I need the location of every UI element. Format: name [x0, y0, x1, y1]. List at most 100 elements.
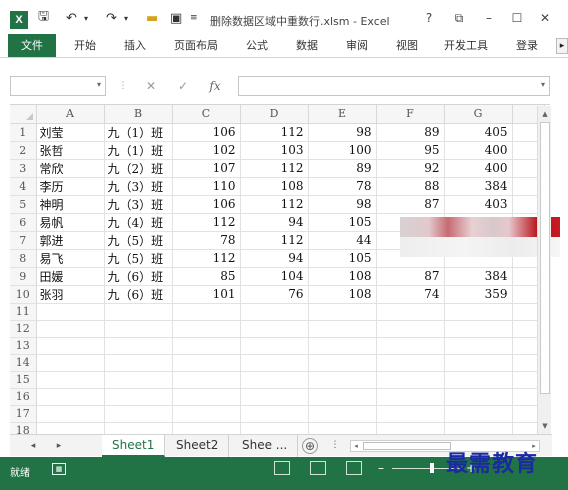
cell-a10[interactable]: 张羽 — [36, 285, 105, 304]
enter-icon[interactable]: ✓ — [174, 78, 192, 94]
row-header[interactable]: 10 — [10, 285, 37, 304]
cell-g14[interactable] — [444, 354, 513, 372]
cell-a16[interactable] — [36, 388, 105, 406]
cell-g9[interactable]: 384 — [444, 267, 513, 286]
cell-d1[interactable]: 112 — [240, 123, 309, 142]
row-header[interactable]: 1 — [10, 123, 37, 142]
cell-d5[interactable]: 112 — [240, 195, 309, 214]
cell-b15[interactable] — [104, 371, 173, 389]
tab-data[interactable]: 数据 — [296, 34, 318, 57]
page-break-preview-icon[interactable] — [346, 461, 362, 475]
cell-c14[interactable] — [172, 354, 241, 372]
cell-e11[interactable] — [308, 303, 377, 321]
worksheet-grid[interactable]: A B C D E F G 1 刘莹 九（1）班 106 112 98 89 405 2 张哲 九（… — [10, 104, 560, 440]
cell-e5[interactable]: 98 — [308, 195, 377, 214]
cell-e16[interactable] — [308, 388, 377, 406]
cell-f5[interactable]: 87 — [376, 195, 445, 214]
cell-b5[interactable]: 九（3）班 — [104, 195, 173, 214]
cell-g10[interactable]: 359 — [444, 285, 513, 304]
zoom-slider-thumb[interactable] — [430, 463, 434, 473]
vertical-scrollbar[interactable]: ▲ ▼ — [537, 106, 551, 434]
cell-a13[interactable] — [36, 337, 105, 355]
next-sheet-icon[interactable]: ▸ — [52, 439, 66, 453]
cell-f11[interactable] — [376, 303, 445, 321]
row-header[interactable]: 8 — [10, 249, 37, 268]
add-sheet-icon[interactable]: ⊕ — [302, 438, 318, 454]
cell-b1[interactable]: 九（1）班 — [104, 123, 173, 142]
previous-sheet-icon[interactable]: ◂ — [26, 439, 40, 453]
cell-g17[interactable] — [444, 405, 513, 423]
vertical-scroll-thumb[interactable] — [540, 122, 550, 394]
cell-c8[interactable]: 112 — [172, 249, 241, 268]
cell-b13[interactable] — [104, 337, 173, 355]
cell-b16[interactable] — [104, 388, 173, 406]
tab-home[interactable]: 开始 — [74, 34, 96, 57]
cell-e10[interactable]: 108 — [308, 285, 377, 304]
row-header[interactable]: 17 — [10, 405, 37, 423]
cell-d8[interactable]: 94 — [240, 249, 309, 268]
cell-a4[interactable]: 李历 — [36, 177, 105, 196]
cell-e1[interactable]: 98 — [308, 123, 377, 142]
cell-f3[interactable]: 92 — [376, 159, 445, 178]
cell-b17[interactable] — [104, 405, 173, 423]
cell-c16[interactable] — [172, 388, 241, 406]
cell-e8[interactable]: 105 — [308, 249, 377, 268]
cell-g1[interactable]: 405 — [444, 123, 513, 142]
row-header[interactable]: 4 — [10, 177, 37, 196]
cell-c12[interactable] — [172, 320, 241, 338]
cell-e12[interactable] — [308, 320, 377, 338]
maximize-button[interactable]: ☐ — [506, 9, 528, 27]
cell-table[interactable]: A B C D E F G 1 刘莹 九（1）班 106 112 98 89 405 2 张哲 九（… — [10, 105, 545, 440]
tab-developer[interactable]: 开发工具 — [444, 34, 488, 57]
cancel-entry-icon[interactable]: ✕ — [142, 78, 160, 94]
cell-c3[interactable]: 107 — [172, 159, 241, 178]
row-header[interactable]: 3 — [10, 159, 37, 178]
cell-c7[interactable]: 78 — [172, 231, 241, 250]
cell-a8[interactable]: 易飞 — [36, 249, 105, 268]
row-header[interactable]: 16 — [10, 388, 37, 406]
cell-g2[interactable]: 400 — [444, 141, 513, 160]
cell-a14[interactable] — [36, 354, 105, 372]
redo-dropdown-icon[interactable]: ▾ — [124, 9, 128, 27]
close-button[interactable]: ✕ — [534, 9, 556, 27]
row-header[interactable]: 15 — [10, 371, 37, 389]
cell-d10[interactable]: 76 — [240, 285, 309, 304]
cell-g11[interactable] — [444, 303, 513, 321]
row-header[interactable]: 12 — [10, 320, 37, 338]
cell-c1[interactable]: 106 — [172, 123, 241, 142]
cell-c9[interactable]: 85 — [172, 267, 241, 286]
cell-g12[interactable] — [444, 320, 513, 338]
cell-e7[interactable]: 44 — [308, 231, 377, 250]
column-header-b[interactable]: B — [104, 105, 173, 124]
row-header[interactable]: 11 — [10, 303, 37, 321]
cell-f14[interactable] — [376, 354, 445, 372]
sheet-bar-splitter-icon[interactable]: ⋮ — [328, 438, 342, 452]
cell-c10[interactable]: 101 — [172, 285, 241, 304]
save-icon[interactable]: 🖫 — [38, 9, 49, 27]
cell-g3[interactable]: 400 — [444, 159, 513, 178]
scroll-down-icon[interactable]: ▼ — [539, 420, 551, 432]
expand-formula-bar-icon[interactable]: ▾ — [541, 80, 545, 89]
cell-d9[interactable]: 104 — [240, 267, 309, 286]
open-folder-icon[interactable]: ▬ — [146, 9, 158, 27]
cell-c4[interactable]: 110 — [172, 177, 241, 196]
cell-e13[interactable] — [308, 337, 377, 355]
cell-e2[interactable]: 100 — [308, 141, 377, 160]
cell-b11[interactable] — [104, 303, 173, 321]
column-header-a[interactable]: A — [36, 105, 105, 124]
cell-g13[interactable] — [444, 337, 513, 355]
row-header[interactable]: 2 — [10, 141, 37, 160]
cell-a7[interactable]: 郭进 — [36, 231, 105, 250]
cell-b10[interactable]: 九（6）班 — [104, 285, 173, 304]
sheet-tab-more[interactable]: Shee ... — [232, 435, 299, 457]
row-header[interactable]: 13 — [10, 337, 37, 355]
cell-a6[interactable]: 易帆 — [36, 213, 105, 232]
cell-a9[interactable]: 田媛 — [36, 267, 105, 286]
cell-a5[interactable]: 神明 — [36, 195, 105, 214]
column-header-d[interactable]: D — [240, 105, 309, 124]
cell-a3[interactable]: 常欣 — [36, 159, 105, 178]
cell-c5[interactable]: 106 — [172, 195, 241, 214]
cell-e14[interactable] — [308, 354, 377, 372]
horizontal-scroll-thumb[interactable] — [363, 442, 451, 450]
cell-e4[interactable]: 78 — [308, 177, 377, 196]
